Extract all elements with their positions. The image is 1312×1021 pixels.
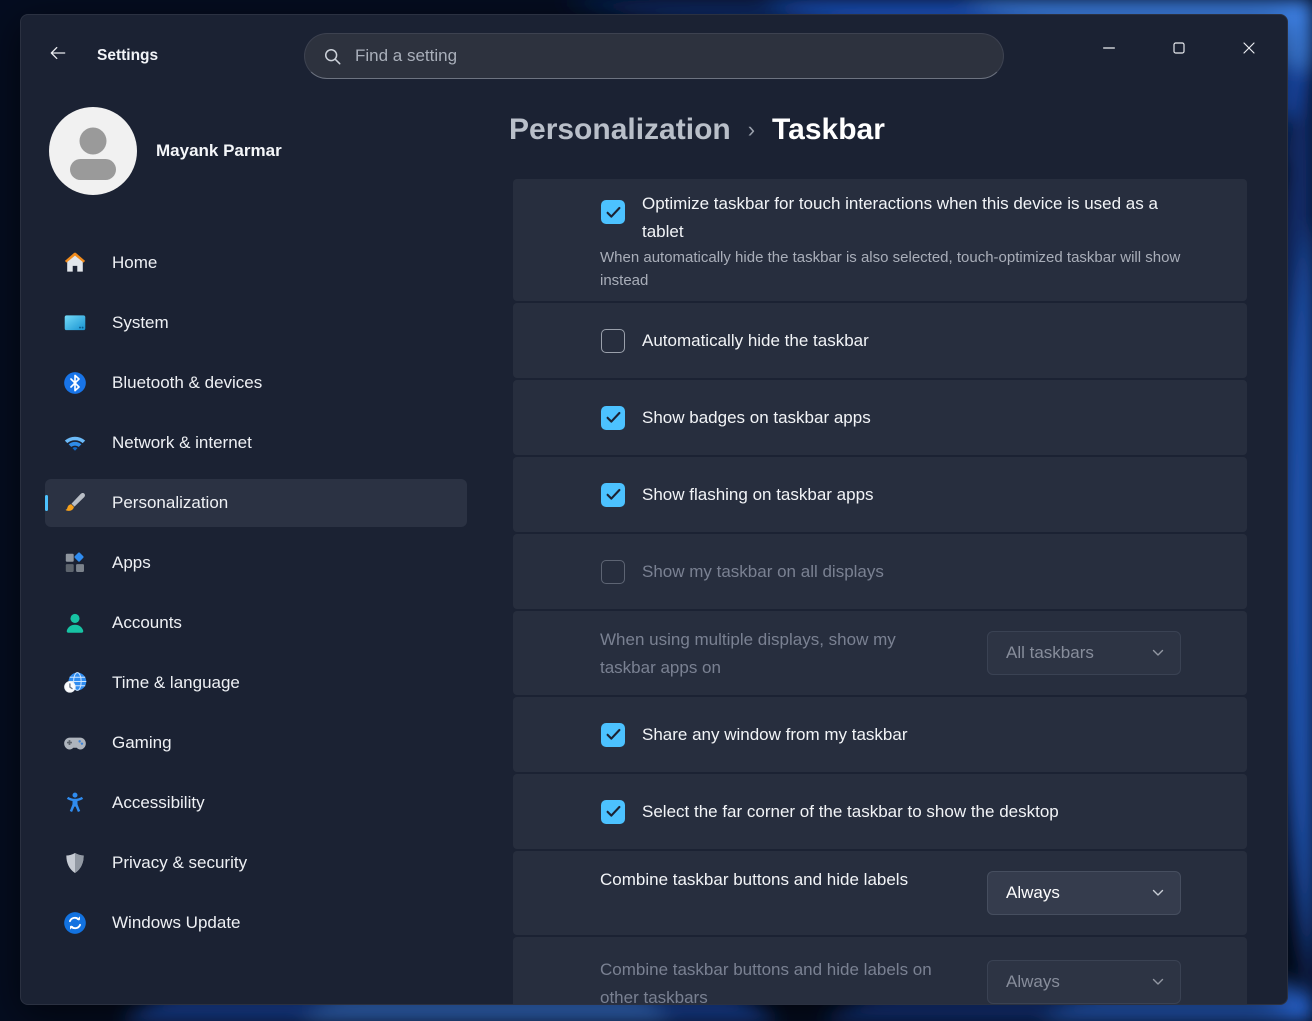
accounts-icon bbox=[61, 609, 89, 637]
windows-update-icon bbox=[61, 909, 89, 937]
sidebar-item-time-language[interactable]: Time & language bbox=[45, 659, 467, 707]
chevron-down-icon bbox=[1152, 889, 1164, 897]
setting-row-combine-buttons-other: Combine taskbar buttons and hide labels … bbox=[513, 937, 1247, 1005]
setting-label: Select the far corner of the taskbar to … bbox=[642, 802, 1059, 822]
sidebar-item-network-internet[interactable]: Network & internet bbox=[45, 419, 467, 467]
setting-row-show-flashing: Show flashing on taskbar apps bbox=[513, 457, 1247, 532]
setting-row-share-window: Share any window from my taskbar bbox=[513, 697, 1247, 772]
checkbox[interactable] bbox=[601, 800, 625, 824]
sidebar-item-label: Windows Update bbox=[112, 913, 241, 933]
setting-row-show-badges: Show badges on taskbar apps bbox=[513, 380, 1247, 455]
apps-icon bbox=[61, 549, 89, 577]
setting-row-auto-hide: Automatically hide the taskbar bbox=[513, 303, 1247, 378]
personalization-icon bbox=[61, 489, 89, 517]
home-icon bbox=[61, 249, 89, 277]
sidebar-item-system[interactable]: System bbox=[45, 299, 467, 347]
all-taskbars-dropdown[interactable]: All taskbars bbox=[987, 631, 1181, 675]
sidebar-item-accounts[interactable]: Accounts bbox=[45, 599, 467, 647]
minimize-button[interactable] bbox=[1084, 29, 1134, 67]
setting-label: Automatically hide the taskbar bbox=[642, 331, 869, 351]
search-box[interactable] bbox=[304, 33, 1004, 79]
back-button[interactable] bbox=[43, 41, 73, 69]
back-arrow-icon bbox=[47, 43, 69, 68]
sidebar-item-home[interactable]: Home bbox=[45, 239, 467, 287]
sidebar-item-label: Gaming bbox=[112, 733, 172, 753]
setting-label: Optimize taskbar for touch interactions … bbox=[642, 190, 1187, 246]
user-name: Mayank Parmar bbox=[156, 141, 282, 161]
sidebar-item-windows-update[interactable]: Windows Update bbox=[45, 899, 467, 947]
settings-window: Settings bbox=[20, 14, 1288, 1005]
avatar bbox=[49, 107, 137, 195]
dropdown-value: All taskbars bbox=[1006, 643, 1094, 663]
search-icon bbox=[323, 47, 342, 66]
close-button[interactable] bbox=[1224, 29, 1274, 67]
settings-list: Optimize taskbar for touch interactions … bbox=[513, 179, 1247, 1005]
privacy-icon bbox=[61, 849, 89, 877]
chevron-down-icon bbox=[1152, 978, 1164, 986]
setting-label: Combine taskbar buttons and hide labels bbox=[600, 866, 945, 894]
sidebar-item-label: Time & language bbox=[112, 673, 240, 693]
sidebar-item-gaming[interactable]: Gaming bbox=[45, 719, 467, 767]
sidebar-item-personalization[interactable]: Personalization bbox=[45, 479, 467, 527]
sidebar-item-label: Bluetooth & devices bbox=[112, 373, 262, 393]
setting-row-taskbar-all-displays: Show my taskbar on all displays bbox=[513, 534, 1247, 609]
setting-label: Share any window from my taskbar bbox=[642, 725, 908, 745]
setting-label: Show my taskbar on all displays bbox=[642, 562, 884, 582]
bluetooth-icon bbox=[61, 369, 89, 397]
checkbox[interactable] bbox=[601, 406, 625, 430]
page-title: Taskbar bbox=[772, 113, 885, 147]
combine-labels-other-dropdown[interactable]: Always bbox=[987, 960, 1181, 1004]
sidebar-item-accessibility[interactable]: Accessibility bbox=[45, 779, 467, 827]
sidebar-item-label: Privacy & security bbox=[112, 853, 247, 873]
maximize-button[interactable] bbox=[1154, 29, 1204, 67]
checkbox[interactable] bbox=[601, 483, 625, 507]
sidebar: Mayank Parmar Home System Bluetooth & de bbox=[21, 107, 491, 1004]
sidebar-item-apps[interactable]: Apps bbox=[45, 539, 467, 587]
combine-labels-dropdown[interactable]: Always bbox=[987, 871, 1181, 915]
chevron-right-icon: › bbox=[748, 117, 755, 143]
sidebar-item-label: Apps bbox=[112, 553, 151, 573]
selected-indicator bbox=[45, 495, 48, 511]
checkbox[interactable] bbox=[601, 200, 625, 224]
gaming-icon bbox=[61, 729, 89, 757]
sidebar-item-label: System bbox=[112, 313, 169, 333]
setting-label: Combine taskbar buttons and hide labels … bbox=[600, 956, 945, 1005]
close-icon bbox=[1239, 38, 1259, 58]
network-icon bbox=[61, 429, 89, 457]
sidebar-item-label: Accessibility bbox=[112, 793, 205, 813]
setting-row-far-corner-desktop: Select the far corner of the taskbar to … bbox=[513, 774, 1247, 849]
content-pane: Personalization › Taskbar Optimize taskb… bbox=[491, 107, 1287, 1004]
user-profile[interactable]: Mayank Parmar bbox=[49, 107, 282, 195]
setting-row-optimize-touch: Optimize taskbar for touch interactions … bbox=[513, 179, 1247, 301]
search-input[interactable] bbox=[355, 46, 985, 66]
setting-row-multiple-displays: When using multiple displays, show my ta… bbox=[513, 611, 1247, 695]
system-icon bbox=[61, 309, 89, 337]
breadcrumb: Personalization › Taskbar bbox=[509, 113, 885, 147]
sidebar-item-label: Personalization bbox=[112, 493, 228, 513]
time-language-icon bbox=[61, 669, 89, 697]
sidebar-item-label: Accounts bbox=[112, 613, 182, 633]
breadcrumb-parent[interactable]: Personalization bbox=[509, 113, 731, 147]
checkbox[interactable] bbox=[601, 560, 625, 584]
setting-description: When automatically hide the taskbar is a… bbox=[600, 246, 1185, 292]
setting-row-combine-buttons: Combine taskbar buttons and hide labels … bbox=[513, 851, 1247, 935]
dropdown-value: Always bbox=[1006, 972, 1060, 992]
checkbox[interactable] bbox=[601, 329, 625, 353]
setting-label: Show flashing on taskbar apps bbox=[642, 485, 874, 505]
dropdown-value: Always bbox=[1006, 883, 1060, 903]
sidebar-item-label: Home bbox=[112, 253, 157, 273]
sidebar-nav: Home System Bluetooth & devices Network … bbox=[45, 239, 467, 947]
setting-label: Show badges on taskbar apps bbox=[642, 408, 871, 428]
window-controls bbox=[1084, 29, 1274, 67]
sidebar-item-label: Network & internet bbox=[112, 433, 252, 453]
app-title: Settings bbox=[97, 47, 158, 65]
sidebar-item-bluetooth-devices[interactable]: Bluetooth & devices bbox=[45, 359, 467, 407]
checkbox[interactable] bbox=[601, 723, 625, 747]
sidebar-item-privacy-security[interactable]: Privacy & security bbox=[45, 839, 467, 887]
chevron-down-icon bbox=[1152, 649, 1164, 657]
accessibility-icon bbox=[61, 789, 89, 817]
maximize-icon bbox=[1169, 38, 1189, 58]
minimize-icon bbox=[1099, 38, 1119, 58]
setting-label: When using multiple displays, show my ta… bbox=[600, 626, 945, 682]
